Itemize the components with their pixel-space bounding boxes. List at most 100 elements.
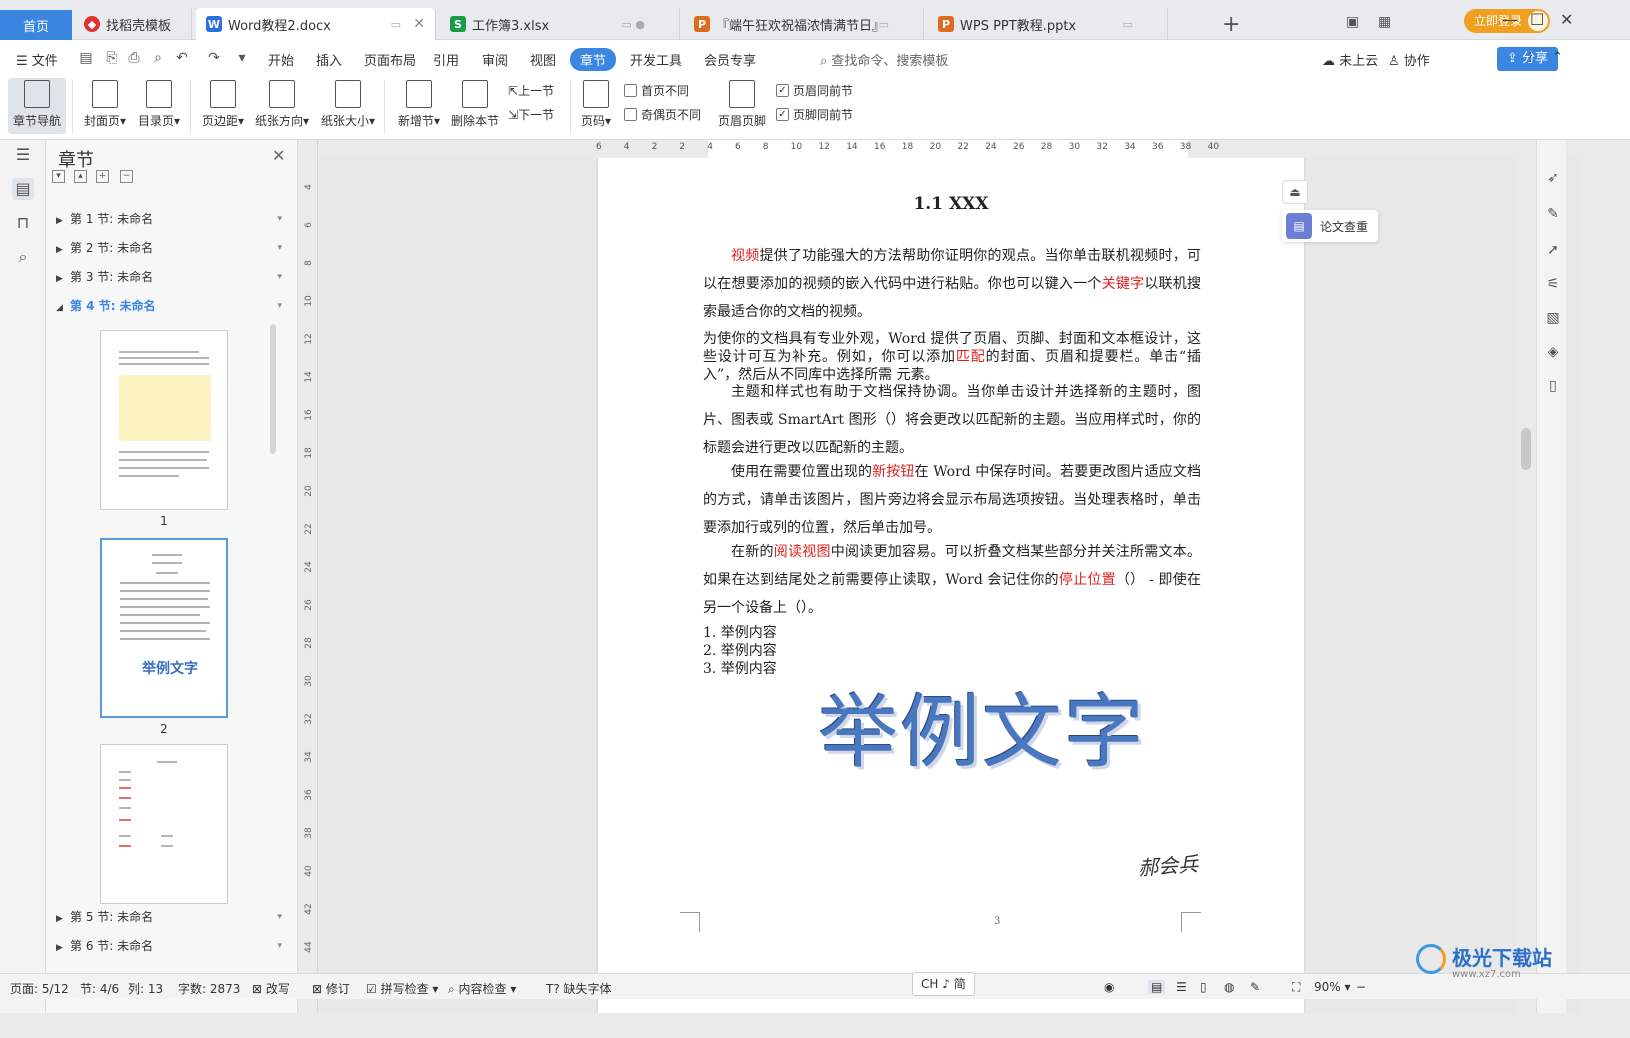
chevron-down-icon[interactable]: ▾ bbox=[277, 906, 282, 928]
chevron-down-icon[interactable]: ▾ bbox=[277, 237, 282, 259]
location-icon[interactable]: ◈ bbox=[1545, 344, 1561, 360]
chevron-down-icon[interactable]: ▾ bbox=[277, 935, 282, 957]
paragraph[interactable]: 视频提供了功能强大的方法帮助你证明你的观点。当你单击联机视频时，可以在想要添加的… bbox=[703, 242, 1201, 326]
image-edit-icon[interactable]: ▧ bbox=[1545, 310, 1561, 326]
zoom-level[interactable]: 90% ▾ bbox=[1314, 980, 1351, 994]
prev-section-button[interactable]: ⇱ 上一节 bbox=[508, 82, 554, 99]
book-icon[interactable]: ▯ bbox=[1545, 378, 1561, 394]
collaborate-button[interactable]: ♙ 协作 bbox=[1388, 50, 1430, 69]
scrollbar-thumb[interactable] bbox=[1521, 428, 1531, 470]
undo-icon[interactable]: ↶ bbox=[174, 50, 190, 66]
section-item[interactable]: ▶ 第 3 节: 未命名 ▾ bbox=[56, 266, 282, 288]
outline-view-icon[interactable]: ☰ bbox=[1176, 980, 1187, 994]
wordart-text[interactable]: 举例文字 bbox=[818, 668, 1146, 784]
monitor-icon[interactable]: ▭ bbox=[879, 18, 889, 31]
section-nav-button[interactable]: 章节导航 bbox=[8, 78, 66, 134]
more-chevron-icon[interactable]: ▾ bbox=[234, 50, 250, 66]
content-check-button[interactable]: ⌕ 内容检查 ▾ bbox=[448, 980, 516, 997]
save-icon[interactable]: ▤ bbox=[78, 50, 94, 66]
cursor-select-icon[interactable]: ➚ bbox=[1545, 242, 1561, 258]
bookmark-icon[interactable]: ⊓ bbox=[12, 212, 34, 234]
section-item-active[interactable]: ◢ 第 4 节: 未命名 ▾ bbox=[56, 295, 282, 317]
more-options-icon[interactable]: ⋮ bbox=[1524, 50, 1537, 65]
paper-check-button[interactable]: ▤ 论文查重 bbox=[1282, 210, 1378, 242]
next-section-button[interactable]: ⇲ 下一节 bbox=[508, 106, 554, 123]
document-area[interactable]: 1.1 XXX 视频提供了功能强大的方法帮助你证明你的观点。当你单击联机视频时，… bbox=[318, 158, 1580, 1013]
list-item[interactable]: 2. 举例内容 bbox=[703, 642, 777, 660]
paragraph[interactable]: 为使你的文档具有专业外观，Word 提供了页眉、页脚、封面和文本框设计，这些设计… bbox=[703, 330, 1201, 384]
rocket-icon[interactable]: ➶ bbox=[1545, 170, 1561, 186]
fit-page-icon[interactable]: ⛶ bbox=[1292, 980, 1300, 995]
section-item[interactable]: ▶ 第 1 节: 未命名 ▾ bbox=[56, 208, 282, 230]
monitor-icon[interactable]: ▭ ● bbox=[622, 18, 646, 31]
menu-member[interactable]: 会员专享 bbox=[704, 50, 756, 69]
section-indicator[interactable]: 节: 4/6 bbox=[80, 980, 119, 997]
tab-ppt-tutorial[interactable]: P WPS PPT教程.pptx ▭ bbox=[928, 8, 1168, 40]
menu-start[interactable]: 开始 bbox=[268, 50, 294, 69]
paragraph[interactable]: 主题和样式也有助于文档保持协调。当你单击设计并选择新的主题时，图片、图表或 Sm… bbox=[703, 378, 1201, 462]
overwrite-toggle[interactable]: ⊠ 改写 bbox=[252, 980, 290, 997]
section-item[interactable]: ▶ 第 2 节: 未命名 ▾ bbox=[56, 237, 282, 259]
missing-font-button[interactable]: T? 缺失字体 bbox=[546, 980, 612, 997]
word-count[interactable]: 字数: 2873 bbox=[178, 980, 240, 997]
close-icon[interactable]: ✕ bbox=[413, 16, 425, 32]
document-page[interactable]: 1.1 XXX 视频提供了功能强大的方法帮助你证明你的观点。当你单击联机视频时，… bbox=[598, 158, 1304, 1013]
monitor-icon[interactable]: ▭ bbox=[1123, 18, 1133, 31]
paper-size-button[interactable]: 纸张大小▾ bbox=[318, 78, 378, 134]
menu-section[interactable]: 章节 bbox=[570, 48, 617, 71]
collapse-ribbon-icon[interactable]: ⌃ bbox=[1552, 50, 1563, 65]
web-view-icon[interactable]: ◍ bbox=[1224, 980, 1234, 994]
new-section-button[interactable]: 新增节▾ bbox=[390, 78, 448, 134]
header-footer-button[interactable]: 页眉页脚 bbox=[712, 78, 772, 134]
menu-developer[interactable]: 开发工具 bbox=[630, 50, 682, 69]
panel-scrollbar[interactable] bbox=[270, 324, 276, 454]
list-item[interactable]: 1. 举例内容 bbox=[703, 624, 777, 642]
minimize-icon[interactable]: — bbox=[1502, 10, 1518, 29]
section-item[interactable]: ▶ 第 6 节: 未命名 ▾ bbox=[56, 935, 282, 957]
add-tab-icon[interactable]: + bbox=[1222, 12, 1240, 37]
menu-insert[interactable]: 插入 bbox=[316, 50, 342, 69]
spell-check-button[interactable]: ☑ 拼写检查 ▾ bbox=[366, 980, 438, 997]
vertical-scrollbar[interactable] bbox=[1516, 140, 1536, 1013]
chevron-down-icon[interactable]: ▾ bbox=[277, 295, 282, 317]
section-panel-icon[interactable]: ▤ bbox=[12, 178, 34, 200]
reading-view-icon[interactable]: ▯ bbox=[1200, 980, 1207, 994]
pen-icon[interactable]: ✎ bbox=[1545, 206, 1561, 222]
section-item[interactable]: ▶ 第 5 节: 未命名 ▾ bbox=[56, 906, 282, 928]
monitor-icon[interactable]: ▭ bbox=[391, 18, 401, 31]
search-icon[interactable]: ⌕ bbox=[12, 246, 34, 268]
add-section-icon[interactable]: + bbox=[96, 170, 109, 183]
tab-word-doc[interactable]: W Word教程2.docx ▭ ✕ bbox=[196, 8, 436, 40]
list-item[interactable]: 3. 举例内容 bbox=[703, 660, 777, 678]
input-method-indicator[interactable]: CH ♪ 简 bbox=[912, 972, 975, 996]
delete-section-button[interactable]: 删除本节 bbox=[446, 78, 504, 134]
paragraph[interactable]: 在新的阅读视图中阅读更加容易。可以折叠文档某些部分并关注所需文本。如果在达到结尾… bbox=[703, 538, 1201, 622]
header-same-as-previous-checkbox[interactable]: ✓ 页眉同前节 bbox=[776, 82, 853, 99]
grid-apps-icon[interactable]: ▦ bbox=[1378, 10, 1391, 34]
redo-icon[interactable]: ↷ bbox=[206, 50, 222, 66]
print-icon[interactable]: ⎙ bbox=[126, 50, 142, 66]
orientation-button[interactable]: 纸张方向▾ bbox=[252, 78, 312, 134]
cover-page-button[interactable]: 封面页▾ bbox=[76, 78, 134, 134]
chevron-down-icon[interactable]: ▾ bbox=[277, 266, 282, 288]
tab-docer[interactable]: ◆ 找稻壳模板 bbox=[74, 8, 192, 40]
page-indicator[interactable]: 页面: 5/12 bbox=[10, 980, 69, 997]
collapse-all-icon[interactable]: ▴ bbox=[74, 170, 87, 183]
first-page-different-checkbox[interactable]: 首页不同 bbox=[624, 82, 689, 99]
close-window-icon[interactable]: ✕ bbox=[1560, 10, 1573, 29]
menu-review[interactable]: 审阅 bbox=[482, 50, 508, 69]
collapse-float-icon[interactable]: ⏏ bbox=[1282, 180, 1308, 204]
print-preview-icon[interactable]: ⌕ bbox=[150, 50, 166, 66]
page-thumbnail[interactable] bbox=[100, 330, 228, 510]
expand-all-icon[interactable]: ▾ bbox=[52, 170, 65, 183]
paragraph[interactable]: 使用在需要位置出现的新按钮在 Word 中保存时间。若要更改图片适应文档的方式，… bbox=[703, 458, 1201, 542]
margin-button[interactable]: 页边距▾ bbox=[194, 78, 252, 134]
menu-page-layout[interactable]: 页面布局 bbox=[364, 50, 416, 69]
eye-protection-icon[interactable]: ◉ bbox=[1104, 980, 1114, 994]
menu-references[interactable]: 引用 bbox=[433, 50, 459, 69]
odd-even-different-checkbox[interactable]: 奇偶页不同 bbox=[624, 106, 701, 123]
zoom-out-icon[interactable]: − bbox=[1356, 980, 1366, 994]
outline-icon[interactable]: ☰ bbox=[12, 144, 34, 166]
page-number-button[interactable]: 页码▾ bbox=[574, 78, 618, 134]
close-icon[interactable]: ✕ bbox=[272, 146, 285, 165]
